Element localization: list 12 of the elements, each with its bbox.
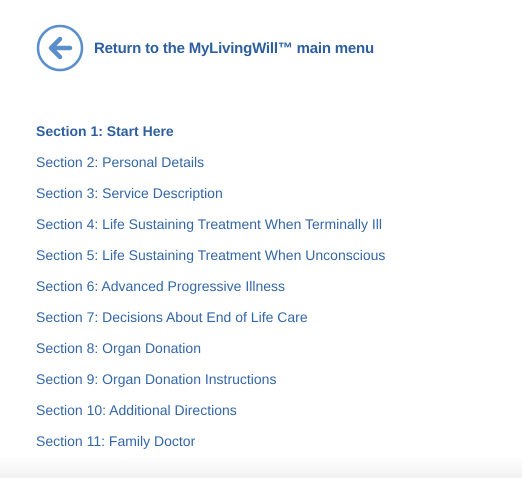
section-link[interactable]: Section 9: Organ Donation Instructions bbox=[36, 370, 276, 388]
section-link[interactable]: Section 7: Decisions About End of Life Care bbox=[36, 308, 308, 326]
section-link[interactable]: Section 6: Advanced Progressive Illness bbox=[36, 277, 286, 295]
section-link[interactable]: Section 2: Personal Details bbox=[36, 153, 204, 171]
section-link[interactable]: Section 5: Life Sustaining Treatment When Unconscious bbox=[36, 246, 386, 264]
section-link[interactable]: Section 1: Start Here bbox=[36, 122, 174, 140]
section-link[interactable]: Section 8: Organ Donation bbox=[36, 339, 201, 357]
back-link[interactable]: Return to the MyLivingWill™ main menu bbox=[94, 40, 374, 56]
section-link[interactable]: Section 10: Additional Directions bbox=[36, 401, 237, 419]
section-link[interactable]: Section 3: Service Description bbox=[36, 184, 223, 202]
section-link[interactable]: Section 4: Life Sustaining Treatment When Terminally Ill bbox=[36, 215, 382, 233]
section-link[interactable]: Section 11: Family Doctor bbox=[36, 432, 196, 450]
